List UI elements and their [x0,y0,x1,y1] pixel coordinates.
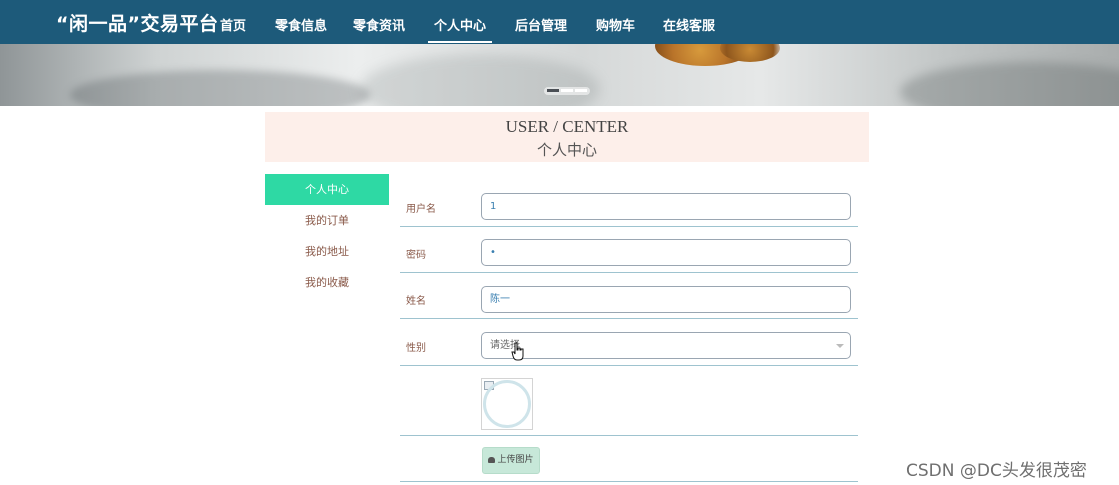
row-divider [400,435,858,436]
top-navbar: “闲一品”交易平台 首页 零食信息 零食资讯 个人中心 后台管理 购物车 在线客… [0,0,1119,44]
cloud-upload-icon [488,456,496,463]
csdn-watermark: CSDN @DC头发很茂密 [906,461,1087,481]
carousel-indicators [544,87,590,95]
carousel-dot-1[interactable] [547,89,559,92]
page-title-cn: 个人中心 [536,143,597,159]
username-label: 用户名 [406,204,436,215]
sidebar-item-my-orders[interactable]: 我的订单 [265,205,389,236]
password-input[interactable]: • [481,239,851,266]
chevron-down-icon [836,344,844,348]
upload-button-label: 上传图片 [497,455,534,465]
name-input[interactable]: 陈一 [481,286,851,313]
nav-admin[interactable]: 后台管理 [515,15,567,34]
password-label: 密码 [406,250,426,261]
row-divider [400,226,858,227]
sidebar-item-my-address[interactable]: 我的地址 [265,236,389,267]
sidebar-item-my-favorites[interactable]: 我的收藏 [265,267,389,298]
avatar-circle [483,380,531,428]
carousel-dot-3[interactable] [575,89,587,92]
site-brand[interactable]: “闲一品”交易平台 [56,9,218,36]
row-divider [400,365,858,366]
page-title-en: USER / CENTER [505,117,629,136]
nav-snack-news[interactable]: 零食资讯 [353,15,405,34]
row-divider [400,318,858,319]
row-divider [400,481,858,482]
nav-user-center[interactable]: 个人中心 [427,15,493,43]
banner-carousel [0,44,1119,106]
name-label: 姓名 [406,296,426,307]
nav-customer-service[interactable]: 在线客服 [663,15,715,34]
row-divider [400,272,858,273]
carousel-dot-2[interactable] [561,89,573,92]
nav-home[interactable]: 首页 [220,15,246,34]
nav-cart[interactable]: 购物车 [596,15,635,34]
gender-label: 性别 [406,343,426,354]
upload-image-button[interactable]: 上传图片 [482,447,540,474]
username-input[interactable]: 1 [481,193,851,220]
nav-snack-info[interactable]: 零食信息 [275,15,327,34]
sidebar-item-user-center[interactable]: 个人中心 [265,174,389,205]
gender-select[interactable]: 请选择 [481,332,851,359]
hand-cursor-icon [511,342,524,361]
page-title-band: USER / CENTER 个人中心 [265,112,869,162]
avatar-preview [481,378,533,430]
